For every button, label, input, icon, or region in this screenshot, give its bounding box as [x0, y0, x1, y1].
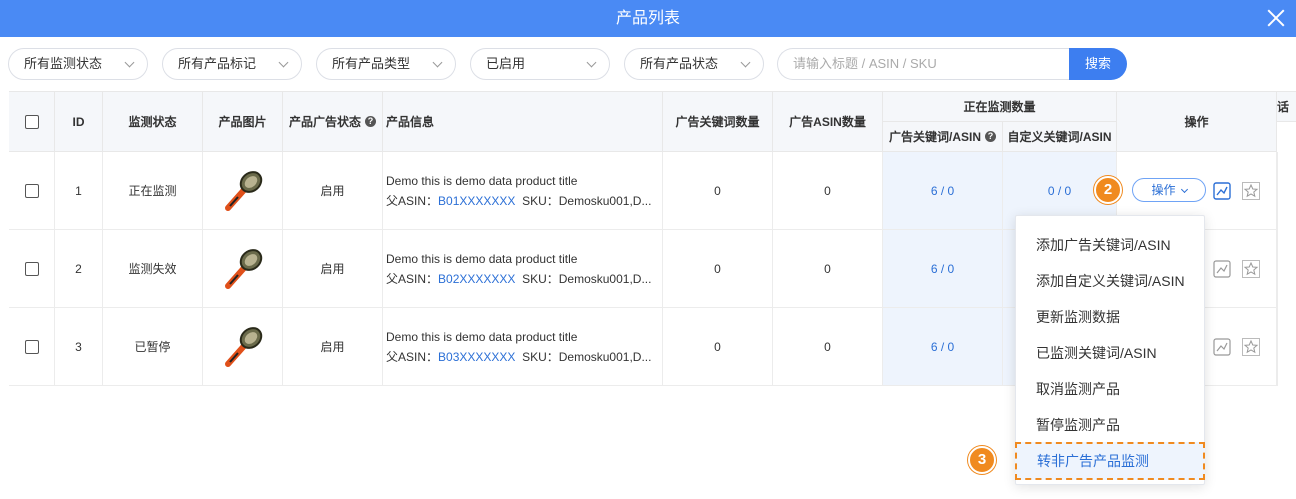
header-ad-status: 产品广告状态?	[283, 92, 383, 152]
row-ad-asin-count: 0	[773, 152, 883, 230]
step-badge-3: 3	[968, 446, 996, 474]
product-title: Demo this is demo data product title	[386, 251, 578, 266]
action-dropdown-menu: 添加广告关键词/ASIN 添加自定义关键词/ASIN 更新监测数据 已监测关键词…	[1015, 215, 1205, 485]
row-monitor-status: 正在监测	[103, 152, 203, 230]
row-ad-kw-asin[interactable]: 6 / 0	[883, 152, 1003, 230]
brush-icon	[224, 326, 262, 367]
filter-product-tag[interactable]: 所有产品标记	[162, 48, 302, 80]
menu-item-pause-monitoring[interactable]: 暂停监测产品	[1016, 407, 1204, 443]
header-select-all[interactable]	[9, 92, 55, 152]
row-id: 3	[55, 308, 103, 386]
filter-enabled[interactable]: 已启用	[470, 48, 610, 80]
column-divider	[1277, 152, 1278, 386]
row-ad-status: 启用	[283, 230, 383, 308]
menu-item-add-ad-keyword[interactable]: 添加广告关键词/ASIN	[1016, 227, 1204, 263]
header-custom-kw-asin: 自定义关键词/ASIN	[1003, 122, 1117, 152]
window-title: 产品列表	[615, 10, 680, 27]
header-overflow: 话	[1277, 92, 1296, 122]
step-badge-2: 2	[1094, 176, 1122, 204]
star-icon[interactable]	[1242, 338, 1260, 356]
row-id: 2	[55, 230, 103, 308]
menu-item-update-data[interactable]: 更新监测数据	[1016, 299, 1204, 335]
row-product-info: Demo this is demo data product title 父AS…	[383, 230, 663, 308]
search-button[interactable]: 搜索	[1069, 48, 1127, 80]
chevron-down-icon	[586, 57, 597, 68]
row-ad-kw-asin[interactable]: 6 / 0	[883, 308, 1003, 386]
star-icon[interactable]	[1242, 260, 1260, 278]
row-monitor-status: 监测失效	[103, 230, 203, 308]
parent-asin-link[interactable]: B03XXXXXXX	[438, 350, 515, 364]
row-checkbox[interactable]	[24, 339, 39, 354]
help-icon[interactable]: ?	[985, 131, 996, 142]
menu-item-cancel-monitoring[interactable]: 取消监测产品	[1016, 371, 1204, 407]
chart-icon[interactable]	[1213, 338, 1231, 356]
row-ad-asin-count: 0	[773, 230, 883, 308]
help-icon[interactable]: ?	[365, 116, 376, 127]
row-ad-kw-count: 0	[663, 152, 773, 230]
window-titlebar: 产品列表	[0, 0, 1296, 37]
action-dropdown-button[interactable]: 操作	[1132, 178, 1206, 202]
row-product-info: Demo this is demo data product title 父AS…	[383, 152, 663, 230]
header-info: 产品信息	[383, 92, 663, 152]
row-checkbox-cell[interactable]	[9, 152, 55, 230]
filter-product-status[interactable]: 所有产品状态	[624, 48, 764, 80]
row-ad-status: 启用	[283, 308, 383, 386]
menu-item-add-custom-keyword[interactable]: 添加自定义关键词/ASIN	[1016, 263, 1204, 299]
row-checkbox-cell[interactable]	[9, 230, 55, 308]
sku-text: SKU：Demosku001,D...	[522, 349, 652, 364]
header-ad-kw-count: 广告关键词数量	[663, 92, 773, 152]
menu-item-monitored-keywords[interactable]: 已监测关键词/ASIN	[1016, 335, 1204, 371]
brush-icon	[224, 248, 262, 289]
header-id: ID	[55, 92, 103, 152]
parent-asin-link[interactable]: B01XXXXXXX	[438, 194, 515, 208]
product-image[interactable]	[203, 152, 283, 230]
header-image: 产品图片	[203, 92, 283, 152]
product-image[interactable]	[203, 230, 283, 308]
row-ad-kw-count: 0	[663, 308, 773, 386]
row-ad-asin-count: 0	[773, 308, 883, 386]
filter-product-type[interactable]: 所有产品类型	[316, 48, 456, 80]
row-ad-status: 启用	[283, 152, 383, 230]
header-monitoring-group: 正在监测数量	[883, 92, 1117, 122]
brush-icon	[224, 170, 262, 211]
row-checkbox-cell[interactable]	[9, 308, 55, 386]
row-ad-kw-asin[interactable]: 6 / 0	[883, 230, 1003, 308]
close-icon[interactable]	[1266, 8, 1286, 28]
row-monitor-status: 已暂停	[103, 308, 203, 386]
product-image[interactable]	[203, 308, 283, 386]
header-ad-asin-count: 广告ASIN数量	[773, 92, 883, 152]
header-action: 操作	[1117, 92, 1277, 152]
search-input[interactable]: 请输入标题 / ASIN / SKU	[777, 48, 1069, 80]
chevron-down-icon	[278, 57, 289, 68]
row-ad-kw-count: 0	[663, 230, 773, 308]
select-all-checkbox[interactable]	[24, 114, 39, 129]
sku-text: SKU：Demosku001,D...	[522, 193, 652, 208]
header-monitor-status: 监测状态	[103, 92, 203, 152]
header-ad-kw-asin: 广告关键词/ASIN?	[883, 122, 1003, 152]
row-checkbox[interactable]	[24, 183, 39, 198]
row-product-info: Demo this is demo data product title 父AS…	[383, 308, 663, 386]
sku-text: SKU：Demosku001,D...	[522, 271, 652, 286]
product-title: Demo this is demo data product title	[386, 329, 578, 344]
chevron-down-icon	[740, 57, 751, 68]
chevron-down-icon	[432, 57, 443, 68]
row-checkbox[interactable]	[24, 261, 39, 276]
chart-icon[interactable]	[1213, 182, 1231, 200]
parent-asin-link[interactable]: B02XXXXXXX	[438, 272, 515, 286]
chart-icon[interactable]	[1213, 260, 1231, 278]
chevron-down-icon	[124, 57, 135, 68]
row-id: 1	[55, 152, 103, 230]
star-icon[interactable]	[1242, 182, 1260, 200]
menu-item-convert-non-ad[interactable]: 转非广告产品监测	[1015, 442, 1205, 480]
chevron-down-icon	[1180, 185, 1188, 194]
filter-monitor-status[interactable]: 所有监测状态	[8, 48, 148, 80]
product-title: Demo this is demo data product title	[386, 173, 578, 188]
